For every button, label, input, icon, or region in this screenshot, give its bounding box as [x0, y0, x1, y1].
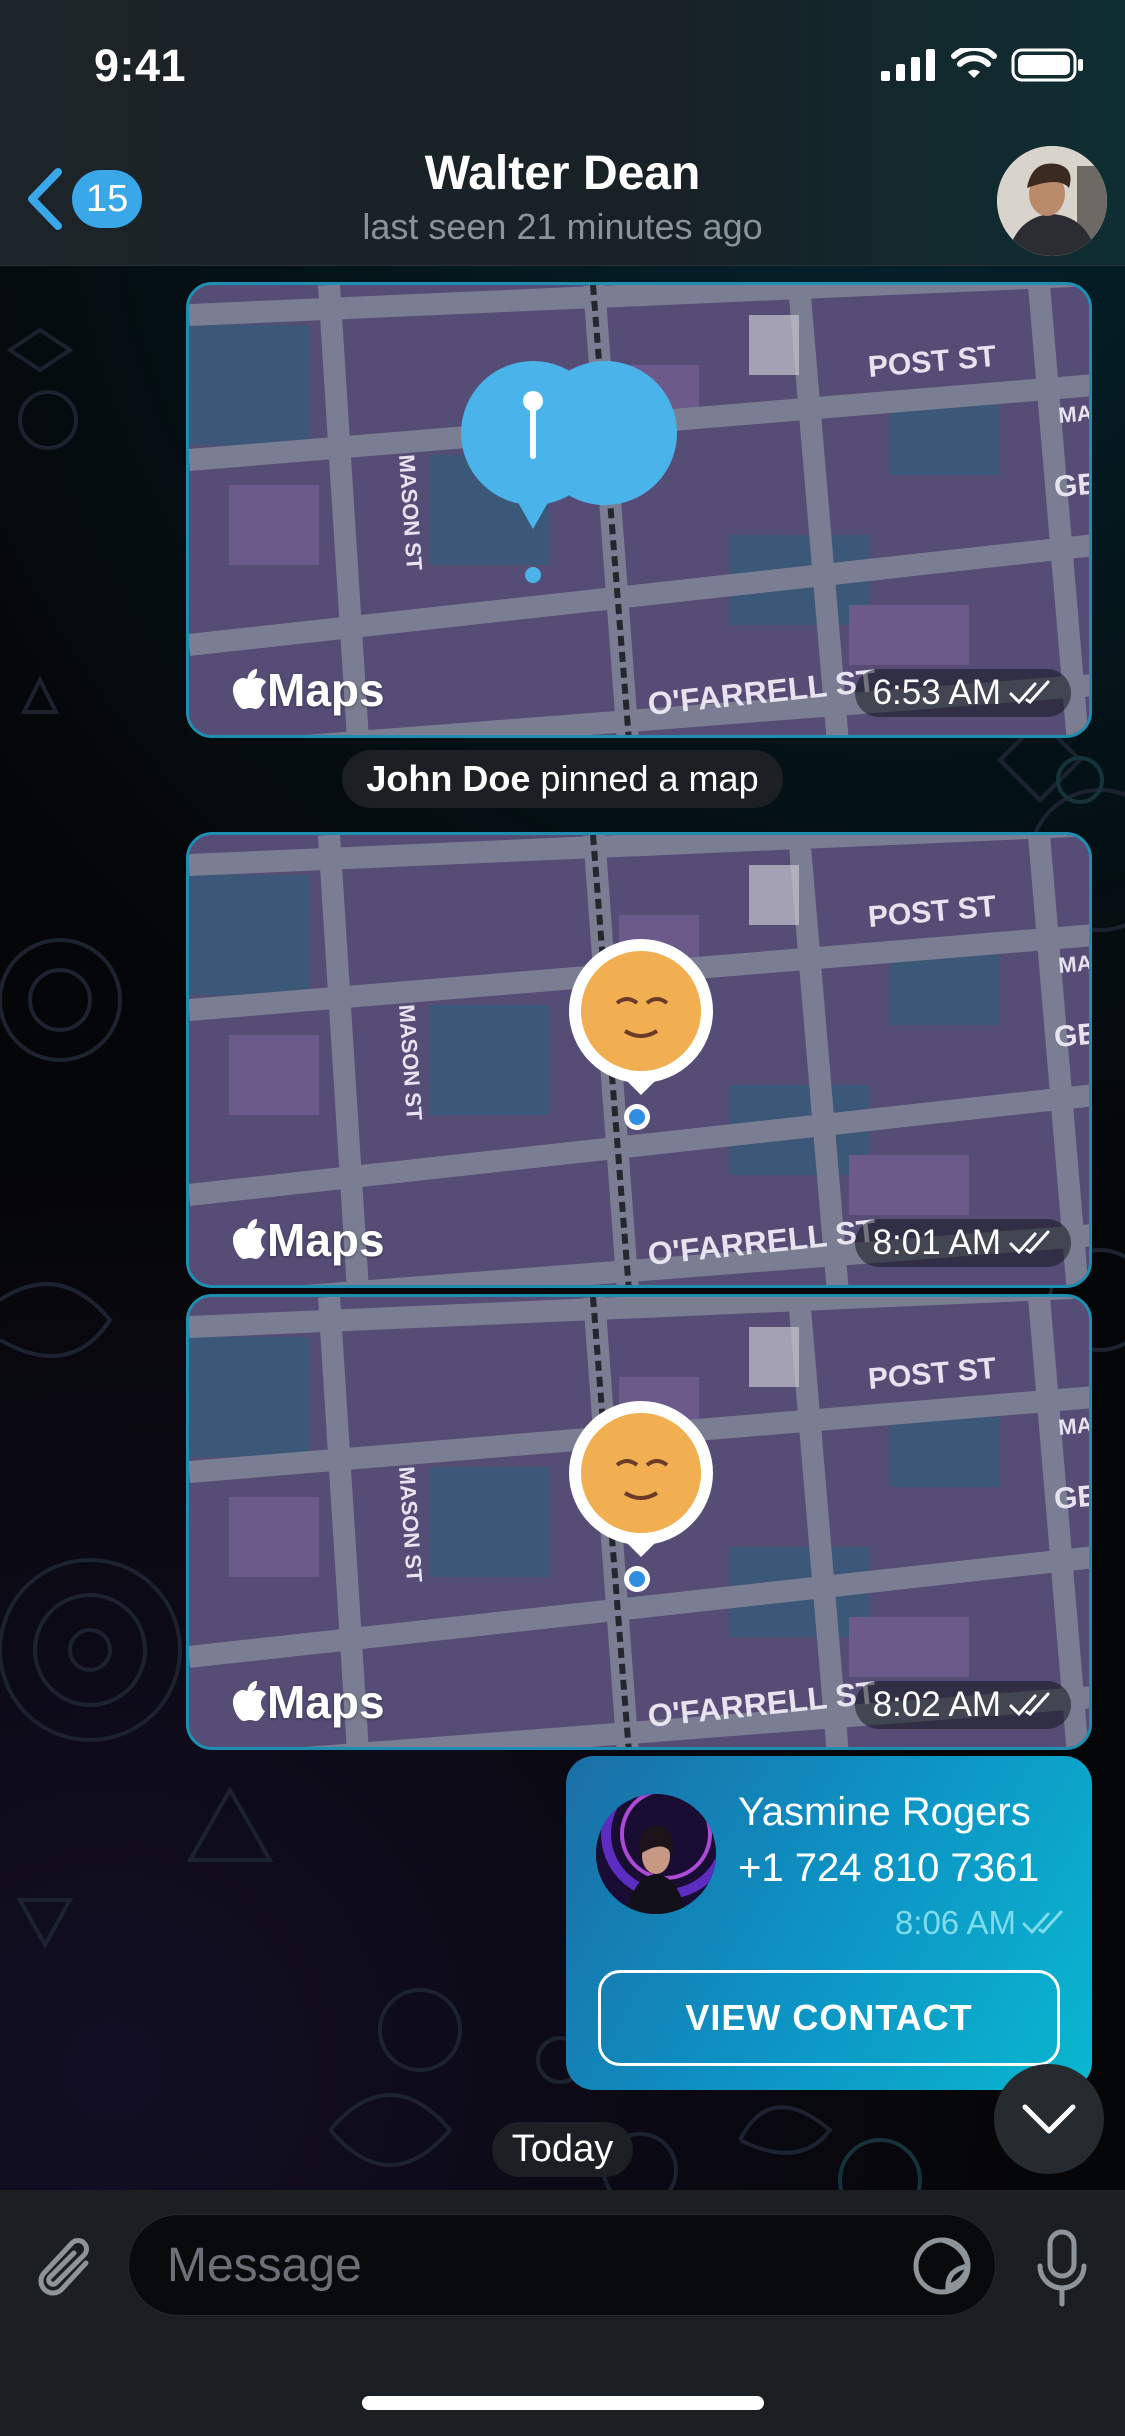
message-time: 6:53 AM [854, 669, 1071, 717]
live-location-message[interactable]: POST ST MA GE MASON ST O'FARRELL ST Maps… [186, 1294, 1092, 1750]
attach-button[interactable] [30, 2230, 106, 2306]
contact-message[interactable]: Yasmine Rogers +1 724 810 7361 8:06 AM V… [566, 1756, 1092, 2090]
chat-last-seen-status: last seen 21 minutes ago [362, 206, 763, 247]
service-message: John Doe pinned a map [0, 750, 1125, 808]
date-separator: Today [0, 2122, 1125, 2177]
voice-message-button[interactable] [1024, 2226, 1100, 2310]
double-check-icon [1009, 680, 1050, 705]
service-actor: John Doe [366, 758, 531, 799]
apple-maps-logo: Maps [231, 663, 385, 717]
contact-name: Yasmine Rogers [738, 1790, 1031, 1834]
apple-logo-icon [233, 1681, 266, 1721]
message-composer [0, 2190, 1125, 2436]
apple-logo-icon [233, 669, 266, 709]
map-street-label: GE [1053, 467, 1092, 504]
chat-header: 9:41 15 Walter Dean last seen 21 minutes… [0, 0, 1125, 266]
double-check-icon [1009, 1230, 1050, 1255]
sticker-button[interactable] [909, 2233, 975, 2299]
status-bar-time: 9:41 [94, 40, 187, 91]
chat-title[interactable]: Walter Dean [0, 146, 1125, 201]
microphone-icon [1037, 2229, 1087, 2307]
double-check-icon [1022, 1910, 1063, 1935]
message-time: 8:02 AM [854, 1681, 1071, 1729]
map-street-label: GE [1053, 1479, 1092, 1516]
map-street-label: MA [1057, 950, 1092, 978]
message-time: 8:06 AM [895, 1904, 1066, 1942]
live-location-message[interactable]: POST ST MA GE MASON ST O'FARRELL ST Maps… [186, 832, 1092, 1288]
view-contact-button[interactable]: VIEW CONTACT [598, 1970, 1060, 2066]
map-street-label: MA [1057, 400, 1092, 428]
double-check-icon [1009, 1692, 1050, 1717]
contact-phone: +1 724 810 7361 [738, 1846, 1040, 1890]
apple-maps-logo: Maps [231, 1675, 385, 1729]
map-street-label: GE [1053, 1017, 1092, 1054]
paperclip-icon [38, 2238, 89, 2296]
map-message[interactable]: POST ST MA GE MASON ST O'FARRELL ST Maps… [186, 282, 1092, 738]
message-time: 8:01 AM [854, 1219, 1071, 1267]
service-text: pinned a map [530, 758, 759, 799]
battery-icon [1011, 48, 1083, 82]
home-indicator [362, 2396, 764, 2410]
cellular-signal-icon [881, 49, 935, 81]
apple-logo-icon [233, 1219, 266, 1259]
status-bar-icons [881, 48, 1085, 82]
message-input[interactable] [167, 2215, 867, 2315]
map-street-label: MA [1057, 1412, 1092, 1440]
sticker-icon [913, 2237, 971, 2295]
apple-maps-logo: Maps [231, 1213, 385, 1267]
message-field [128, 2214, 996, 2316]
wifi-icon [951, 48, 997, 78]
header-avatar[interactable] [997, 146, 1107, 256]
contact-avatar[interactable] [596, 1794, 716, 1914]
